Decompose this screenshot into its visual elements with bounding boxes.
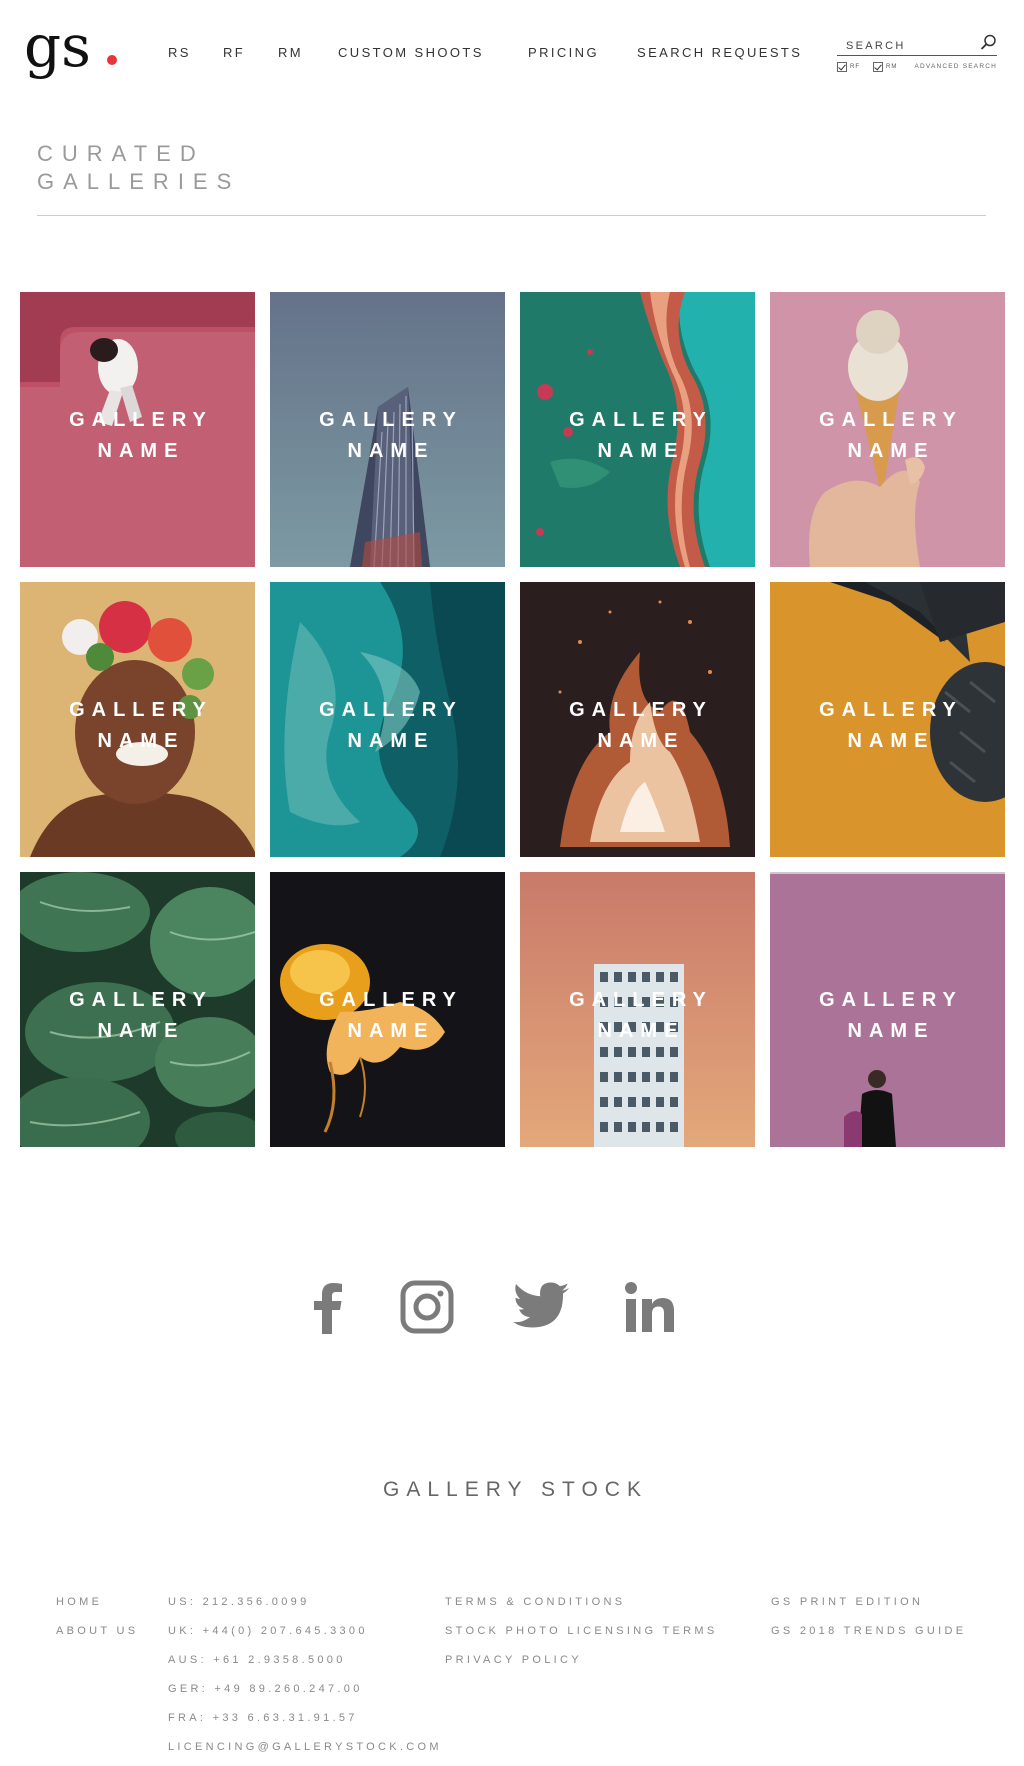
search-filters: RF RM ADVANCED SEARCH <box>837 62 997 74</box>
facebook-icon[interactable] <box>298 1280 358 1336</box>
gallery-name: GALLERY NAME <box>520 405 755 467</box>
gallery-tile[interactable]: GALLERY NAME <box>520 872 755 1147</box>
footer-col-legal: TERMS & CONDITIONS STOCK PHOTO LICENSING… <box>445 1596 717 1683</box>
footer-phone-aus: AUS: +61 2.9358.5000 <box>168 1654 346 1666</box>
gallery-name-line-2: NAME <box>347 440 435 462</box>
linkedin-icon[interactable] <box>622 1280 682 1336</box>
gallery-name-line-1: GALLERY <box>69 409 213 431</box>
svg-text:gs: gs <box>24 18 91 80</box>
gallery-name: GALLERY NAME <box>20 985 255 1047</box>
gallery-name-line-2: NAME <box>847 1020 935 1042</box>
gallery-name-line-1: GALLERY <box>569 989 713 1011</box>
gallery-tile[interactable]: GALLERY NAME <box>270 582 505 857</box>
nav-rm[interactable]: RM <box>278 45 303 60</box>
gallery-name: GALLERY NAME <box>270 695 505 757</box>
gallery-name-line-2: NAME <box>347 1020 435 1042</box>
gallery-name: GALLERY NAME <box>270 405 505 467</box>
page-title: CURATED GALLERIES <box>37 140 240 196</box>
filter-rm: RM <box>873 62 897 72</box>
gallery-name: GALLERY NAME <box>520 695 755 757</box>
nav-rs[interactable]: RS <box>168 45 191 60</box>
twitter-icon[interactable] <box>511 1280 571 1336</box>
footer-email-link[interactable]: LICENCING@GALLERYSTOCK.COM <box>168 1741 442 1766</box>
filter-rm-label: RM <box>886 64 898 70</box>
gallery-name-line-2: NAME <box>597 440 685 462</box>
title-divider <box>37 215 986 216</box>
logo[interactable]: gs <box>24 12 120 88</box>
footer-link-print-edition[interactable]: GS PRINT EDITION <box>771 1596 966 1625</box>
search-icon[interactable] <box>980 34 997 51</box>
gallery-tile[interactable]: GALLERY NAME <box>270 292 505 567</box>
nav-search-requests[interactable]: SEARCH REQUESTS <box>637 45 802 60</box>
gallery-name: GALLERY NAME <box>770 695 1005 757</box>
gallery-name-line-2: NAME <box>847 440 935 462</box>
gallery-name: GALLERY NAME <box>270 985 505 1047</box>
gallery-name-line-1: GALLERY <box>819 409 963 431</box>
search-input[interactable] <box>837 34 997 56</box>
gallery-name-line-2: NAME <box>347 730 435 752</box>
gallery-name-line-2: NAME <box>597 730 685 752</box>
footer-col-publications: GS PRINT EDITION GS 2018 TRENDS GUIDE <box>771 1596 966 1654</box>
filter-rf-label: RF <box>850 64 860 70</box>
footer-link-home[interactable]: HOME <box>56 1596 138 1625</box>
nav-pricing[interactable]: PRICING <box>528 45 599 60</box>
gallery-tile[interactable]: GALLERY NAME <box>20 292 255 567</box>
footer-link-terms[interactable]: TERMS & CONDITIONS <box>445 1596 717 1625</box>
page-title-line-1: CURATED <box>37 141 205 166</box>
gallery-name-line-2: NAME <box>597 1020 685 1042</box>
gallery-name-line-2: NAME <box>97 730 185 752</box>
gallery-tile[interactable]: GALLERY NAME <box>520 582 755 857</box>
gallery-tile[interactable]: GALLERY NAME <box>270 872 505 1147</box>
footer-link-privacy[interactable]: PRIVACY POLICY <box>445 1654 717 1683</box>
search-box: RF RM ADVANCED SEARCH <box>837 34 997 72</box>
footer-link-licensing[interactable]: STOCK PHOTO LICENSING TERMS <box>445 1625 717 1654</box>
gallery-tile[interactable]: GALLERY NAME <box>770 292 1005 567</box>
gallery-name-line-1: GALLERY <box>319 409 463 431</box>
gallery-name-line-1: GALLERY <box>819 989 963 1011</box>
gallery-tile[interactable]: GALLERY NAME <box>20 582 255 857</box>
gallery-tile[interactable]: GALLERY NAME <box>770 872 1005 1147</box>
gallery-name-line-1: GALLERY <box>319 699 463 721</box>
gallery-name-line-2: NAME <box>97 1020 185 1042</box>
footer-phone-ger: GER: +49 89.260.247.00 <box>168 1683 363 1695</box>
footer-phone-us: US: 212.356.0099 <box>168 1596 310 1608</box>
filter-rf: RF <box>837 62 860 72</box>
gallery-name: GALLERY NAME <box>770 985 1005 1047</box>
footer-phone-uk: UK: +44(0) 207.645.3300 <box>168 1625 368 1637</box>
footer-brand: GALLERY STOCK <box>383 1478 648 1501</box>
footer-link-trends-guide[interactable]: GS 2018 TRENDS GUIDE <box>771 1625 966 1654</box>
footer-phone-fra: FRA: +33 6.63.31.91.57 <box>168 1712 358 1724</box>
footer-link-about[interactable]: ABOUT US <box>56 1625 138 1654</box>
gallery-name-line-2: NAME <box>97 440 185 462</box>
advanced-search-link[interactable]: ADVANCED SEARCH <box>914 63 997 70</box>
gallery-name: GALLERY NAME <box>20 695 255 757</box>
gallery-name: GALLERY NAME <box>770 405 1005 467</box>
gallery-name-line-1: GALLERY <box>819 699 963 721</box>
gallery-name: GALLERY NAME <box>520 985 755 1047</box>
gallery-name-line-2: NAME <box>847 730 935 752</box>
gallery-tile[interactable]: GALLERY NAME <box>770 582 1005 857</box>
gallery-name-line-1: GALLERY <box>569 409 713 431</box>
gallery-name-line-1: GALLERY <box>319 989 463 1011</box>
gallery-tile[interactable]: GALLERY NAME <box>520 292 755 567</box>
nav-custom-shoots[interactable]: CUSTOM SHOOTS <box>338 45 484 60</box>
gallery-name-line-1: GALLERY <box>69 699 213 721</box>
rf-checkbox[interactable] <box>837 62 847 72</box>
page-title-line-2: GALLERIES <box>37 169 241 194</box>
footer-col-contact: US: 212.356.0099 UK: +44(0) 207.645.3300… <box>168 1596 442 1766</box>
gallery-name-line-1: GALLERY <box>569 699 713 721</box>
nav-rf[interactable]: RF <box>223 45 245 60</box>
rm-checkbox[interactable] <box>873 62 883 72</box>
social-links <box>0 1280 1024 1340</box>
gallery-name-line-1: GALLERY <box>69 989 213 1011</box>
footer-col-main: HOME ABOUT US <box>56 1596 138 1654</box>
gs-logo-mark: gs <box>24 12 117 80</box>
instagram-icon[interactable] <box>397 1280 457 1336</box>
gallery-tile[interactable]: GALLERY NAME <box>20 872 255 1147</box>
gallery-name: GALLERY NAME <box>20 405 255 467</box>
